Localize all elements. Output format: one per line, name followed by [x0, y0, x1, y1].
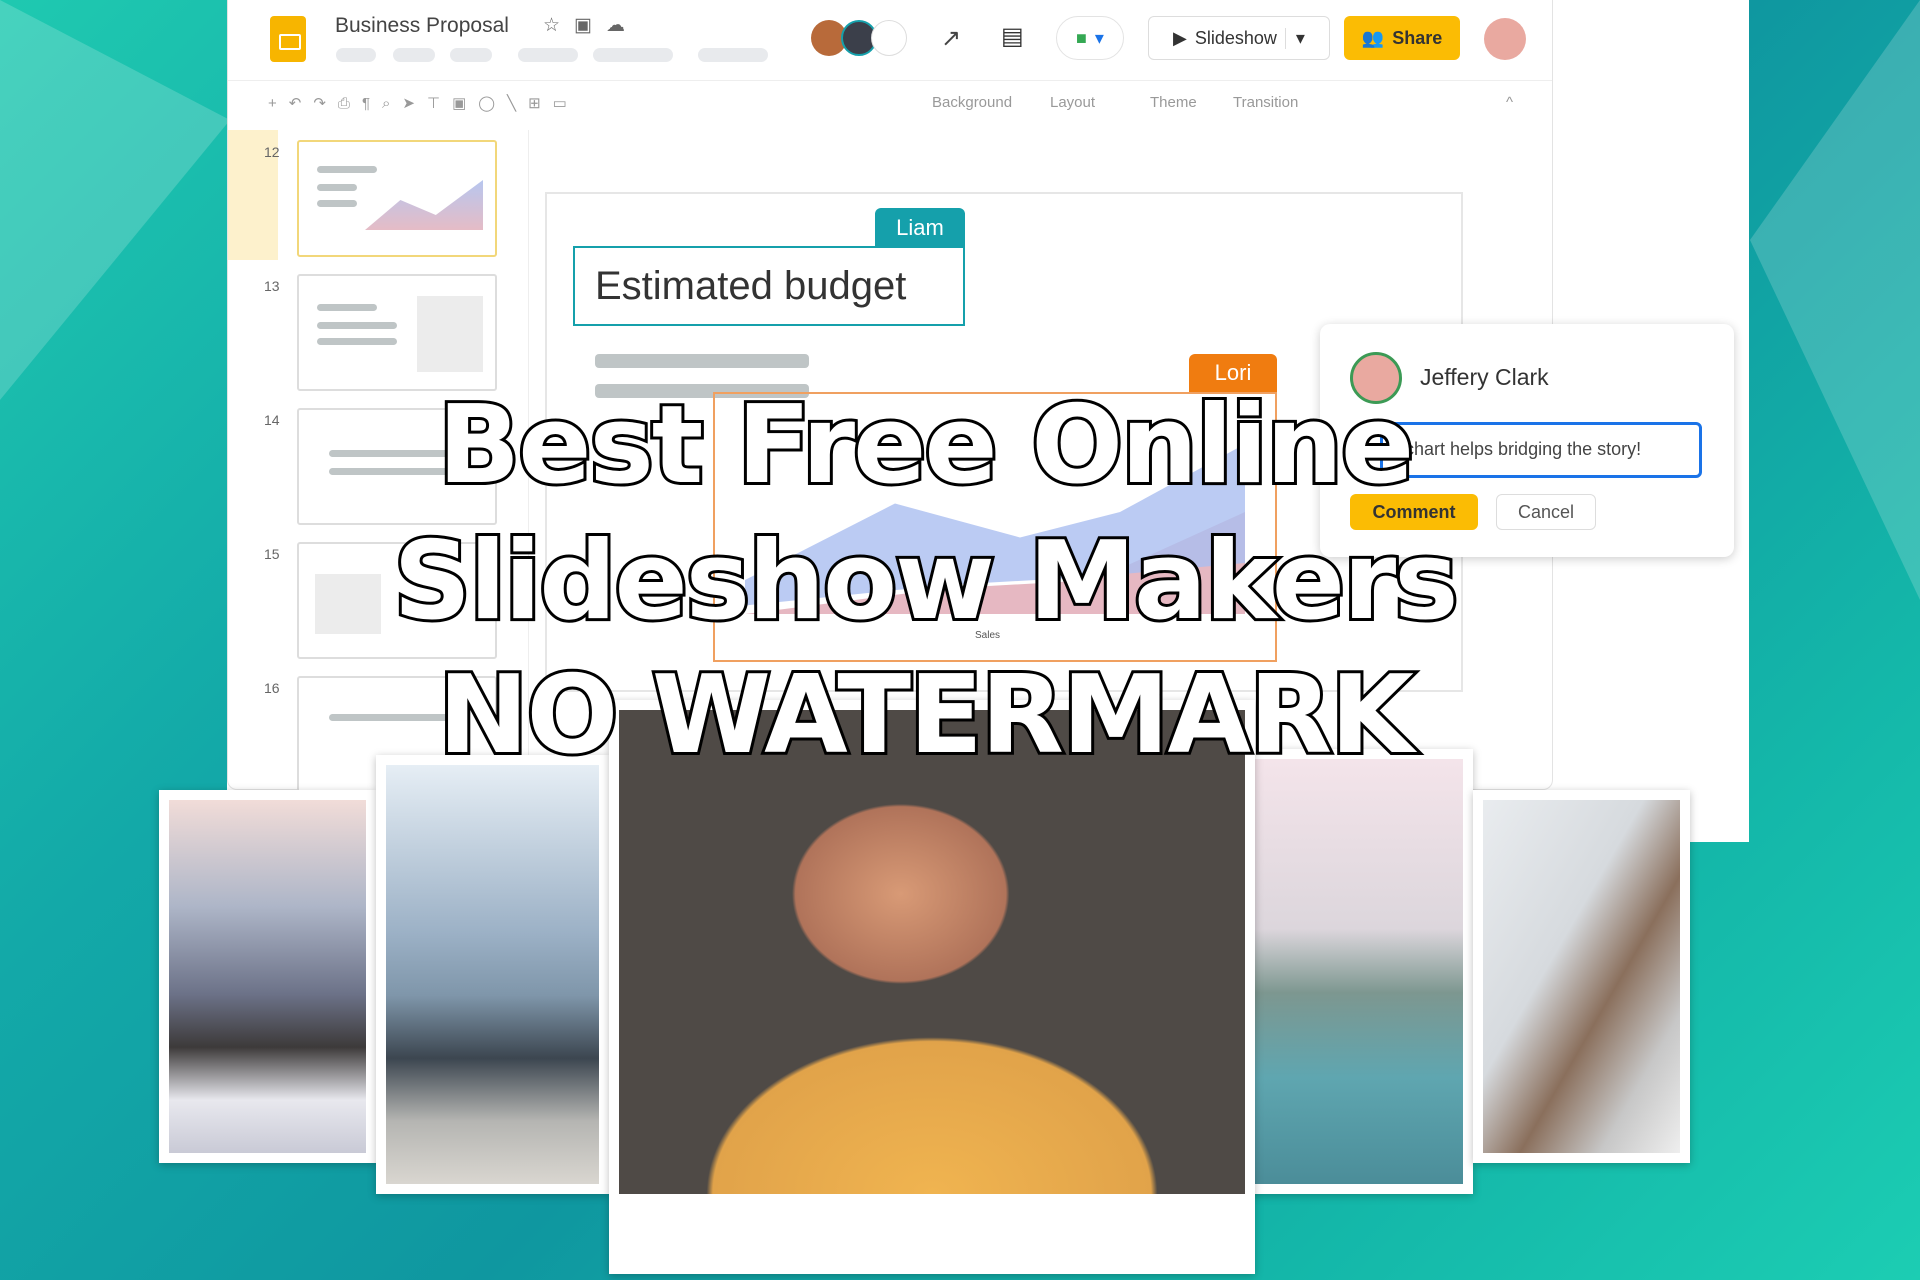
- activity-trend-icon[interactable]: ↗: [941, 24, 961, 53]
- photo-lake-hiker: [1245, 749, 1473, 1194]
- line-icon[interactable]: ╲: [507, 95, 528, 112]
- meet-button[interactable]: ■ ▾: [1056, 16, 1124, 60]
- layout-icon[interactable]: ▭: [553, 95, 579, 112]
- star-icon[interactable]: ☆: [543, 15, 574, 36]
- collapse-toolbar-icon[interactable]: ^: [1506, 94, 1513, 111]
- play-icon: ▶: [1173, 27, 1187, 48]
- more-collaborators-icon[interactable]: [871, 20, 907, 56]
- collaborator-cursor-label: Liam: [875, 208, 965, 248]
- slideshow-dropdown-icon[interactable]: ▾: [1284, 27, 1305, 49]
- print-icon[interactable]: ⎙: [338, 95, 362, 112]
- transition-button[interactable]: Transition: [1233, 94, 1298, 111]
- slide-thumbnail-12[interactable]: [297, 140, 497, 257]
- menu-item[interactable]: [518, 48, 578, 62]
- theme-button[interactable]: Theme: [1150, 94, 1197, 111]
- comment-author: Jeffery Clark: [1420, 364, 1549, 390]
- user-avatar[interactable]: [1484, 18, 1526, 60]
- paint-format-icon[interactable]: ¶: [362, 95, 382, 112]
- menu-item[interactable]: [336, 48, 376, 62]
- background-shape: [0, 0, 230, 400]
- menu-item[interactable]: [593, 48, 673, 62]
- image-icon[interactable]: ▣: [452, 95, 478, 112]
- zoom-icon[interactable]: ⌕: [382, 95, 402, 112]
- headline-line-3: NO WATERMARK: [435, 653, 1417, 778]
- cloud-icon[interactable]: ☁: [606, 15, 639, 36]
- slide-title-textbox[interactable]: Estimated budget: [573, 246, 965, 326]
- comments-icon[interactable]: ▤: [1001, 22, 1024, 51]
- photo-mountain-chapel: [159, 790, 376, 1163]
- shape-icon[interactable]: ◯: [478, 95, 507, 112]
- meet-icon: ■: [1076, 27, 1087, 48]
- headline-line-2: Slideshow Makers: [390, 519, 1461, 644]
- folder-icon[interactable]: ▣: [574, 15, 606, 36]
- background-button[interactable]: Background: [932, 94, 1012, 111]
- share-button[interactable]: 👥 Share: [1344, 16, 1460, 60]
- slide-thumbnail-13[interactable]: [297, 274, 497, 391]
- headline-line-1: Best Free Online: [435, 383, 1417, 508]
- textbox-icon[interactable]: ⊤: [427, 95, 452, 112]
- document-title[interactable]: Business Proposal: [335, 14, 509, 38]
- photo-foggy-road: [1473, 790, 1690, 1163]
- layout-button[interactable]: Layout: [1050, 94, 1095, 111]
- comment-add-icon[interactable]: ⊞: [528, 95, 553, 112]
- slides-logo-icon: [270, 16, 306, 62]
- slideshow-button[interactable]: ▶ Slideshow ▾: [1148, 16, 1330, 60]
- undo-icon[interactable]: ↶: [289, 95, 314, 112]
- select-icon[interactable]: ➤: [402, 95, 427, 112]
- menu-item[interactable]: [698, 48, 768, 62]
- people-icon: 👥: [1361, 27, 1385, 48]
- redo-icon[interactable]: ↷: [313, 95, 338, 112]
- menu-item[interactable]: [393, 48, 435, 62]
- photo-smiling-man: [609, 700, 1255, 1274]
- new-slide-icon[interactable]: +: [268, 95, 289, 112]
- photo-man-sea: [376, 755, 609, 1194]
- background-shape: [1750, 0, 1920, 600]
- menu-item[interactable]: [450, 48, 492, 62]
